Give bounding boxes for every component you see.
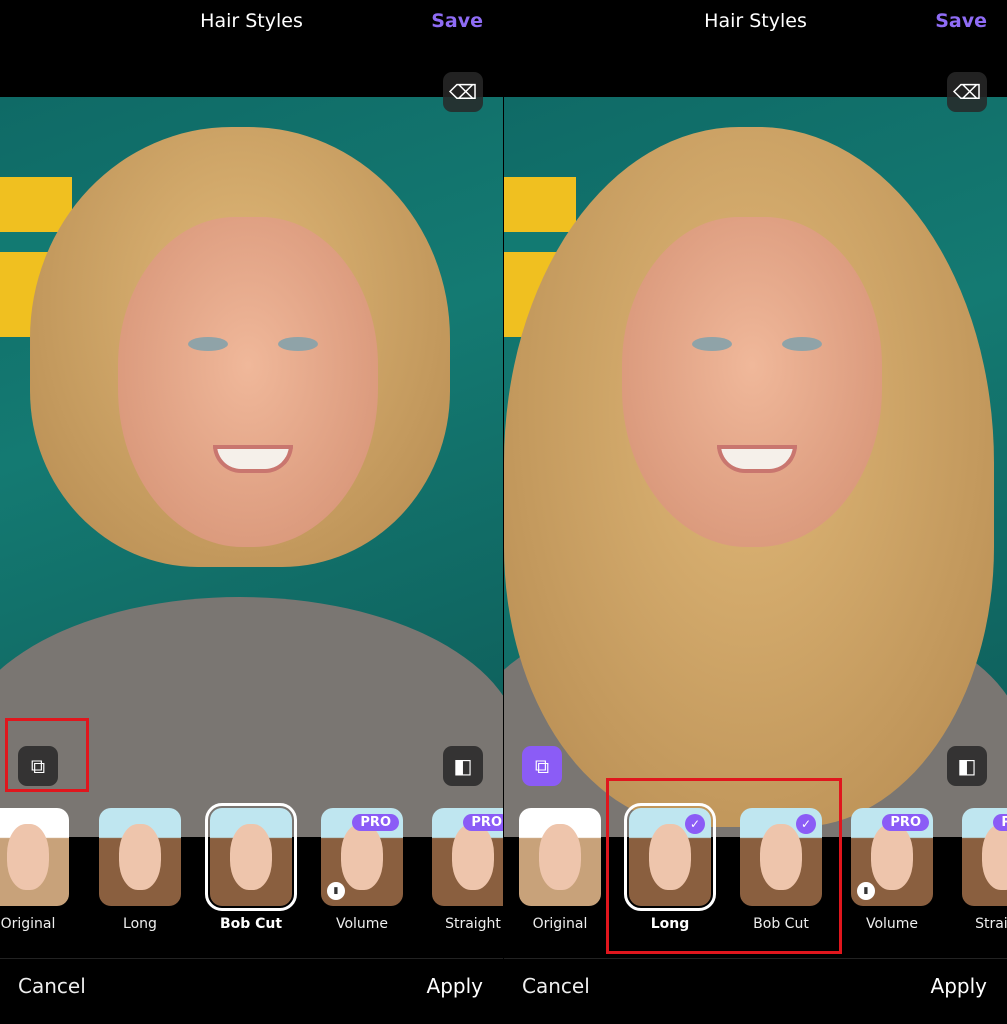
highlight-box — [5, 718, 89, 792]
save-button[interactable]: Save — [935, 10, 987, 32]
smile — [717, 445, 797, 473]
style-label: Straight — [445, 916, 501, 932]
style-label: Volume — [865, 916, 919, 932]
divider — [0, 958, 503, 959]
style-thumbnail: PRO — [962, 808, 1007, 906]
eye — [278, 337, 318, 351]
style-label: Long — [123, 916, 157, 932]
eye — [782, 337, 822, 351]
compare-icon[interactable]: ◧ — [947, 746, 987, 786]
pro-badge: PRO — [993, 814, 1007, 831]
model-face — [982, 824, 1007, 890]
layers-toggle-icon[interactable]: ⧉ — [522, 746, 562, 786]
style-thumbnail: PRO — [432, 808, 503, 906]
model-face — [119, 824, 161, 890]
pro-badge: PRO — [463, 814, 503, 831]
bar-chart-icon: ▮ — [327, 882, 345, 900]
model-face — [341, 824, 383, 890]
hair-styles-screen: Hair Styles Save ⌫ ◧ ⧉ Original Long Bob Cut PRO… — [0, 0, 503, 1024]
smile — [213, 445, 293, 473]
face — [622, 217, 882, 547]
style-item-bob-cut[interactable]: Bob Cut — [205, 803, 297, 932]
style-item-volume[interactable]: PRO ▮ Volume — [320, 808, 404, 932]
shirt — [0, 597, 503, 837]
cancel-button[interactable]: Cancel — [522, 974, 590, 998]
compare-icon[interactable]: ◧ — [443, 746, 483, 786]
hair-styles-screen: Hair Styles Save ⌫ ◧ ⧉ Original ✓ Long ✓ Bob Cut P… — [504, 0, 1007, 1024]
style-thumbnail — [99, 808, 181, 906]
style-thumbnail — [0, 808, 69, 906]
pro-badge: PRO — [352, 814, 399, 831]
eye — [188, 337, 228, 351]
model-face — [7, 824, 49, 890]
cancel-button[interactable]: Cancel — [18, 974, 86, 998]
apply-button[interactable]: Apply — [427, 974, 483, 998]
model-face — [452, 824, 494, 890]
style-item-straight[interactable]: PRO Straight — [961, 808, 1007, 932]
apply-button[interactable]: Apply — [931, 974, 987, 998]
style-item-long[interactable]: Long — [98, 808, 182, 932]
style-thumbnail: PRO ▮ — [851, 808, 933, 906]
style-thumbnail — [519, 808, 601, 906]
style-label: Original — [532, 916, 588, 932]
style-list: Original Long Bob Cut PRO ▮ Volume PRO Straight — [0, 803, 503, 938]
style-label: Original — [0, 916, 56, 932]
style-thumbnail — [205, 803, 297, 911]
style-label: Straight — [975, 916, 1007, 932]
style-label: Volume — [335, 916, 389, 932]
style-item-volume[interactable]: PRO ▮ Volume — [850, 808, 934, 932]
face — [118, 217, 378, 547]
style-item-straight[interactable]: PRO Straight — [431, 808, 503, 932]
eraser-icon[interactable]: ⌫ — [443, 72, 483, 112]
photo-preview — [504, 97, 1007, 837]
style-thumbnail: PRO ▮ — [321, 808, 403, 906]
model-face — [871, 824, 913, 890]
page-title: Hair Styles — [704, 10, 807, 32]
model-face — [230, 824, 272, 890]
save-button[interactable]: Save — [431, 10, 483, 32]
model-face — [539, 824, 581, 890]
style-item-original[interactable]: Original — [518, 808, 602, 932]
eye — [692, 337, 732, 351]
style-item-original[interactable]: Original — [0, 808, 70, 932]
eraser-icon[interactable]: ⌫ — [947, 72, 987, 112]
page-title: Hair Styles — [200, 10, 303, 32]
style-label: Bob Cut — [219, 916, 283, 932]
bar-chart-icon: ▮ — [857, 882, 875, 900]
pro-badge: PRO — [882, 814, 929, 831]
divider — [504, 958, 1007, 959]
highlight-box — [606, 778, 842, 954]
